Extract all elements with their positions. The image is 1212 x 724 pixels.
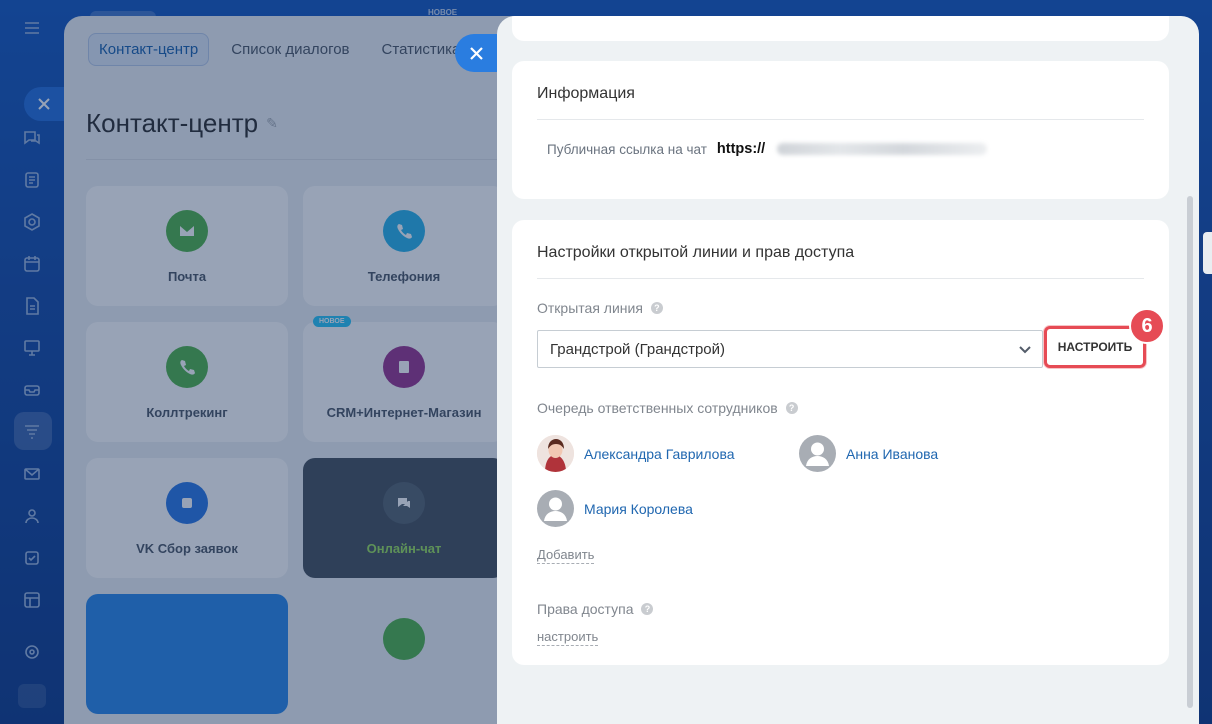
queue-label-text: Очередь ответственных сотрудников (537, 400, 778, 416)
help-icon[interactable]: ? (785, 402, 798, 414)
calltracking-icon (166, 346, 208, 388)
settings-card: Настройки открытой линии и прав доступа … (512, 220, 1169, 665)
settings-divider (537, 278, 1144, 279)
page-title-text: Контакт-центр (86, 108, 259, 138)
queue-member-name[interactable]: Анна Иванова (846, 446, 938, 462)
open-line-select[interactable]: Грандстрой (Грандстрой) (537, 330, 1043, 368)
scrollbar[interactable] (1187, 196, 1193, 708)
open-line-label-text: Открытая линия (537, 300, 643, 316)
mail-rail-icon[interactable] (20, 462, 44, 486)
mail-icon (166, 210, 208, 252)
tile-label: Коллтрекинг (146, 405, 228, 420)
sites-icon[interactable] (20, 588, 44, 612)
board-icon[interactable] (20, 336, 44, 360)
open-line-selected-value: Грандстрой (Грандстрой) (550, 340, 726, 358)
tile-messenger[interactable] (303, 594, 505, 714)
tile-label: CRM+Интернет-Магазин (326, 405, 482, 420)
settings-icon[interactable] (20, 640, 44, 664)
tile-online-chat[interactable]: Онлайн-чат (303, 458, 505, 578)
tile-telephony[interactable]: Телефония (303, 186, 505, 306)
info-title: Информация (537, 85, 635, 102)
queue-member[interactable]: Мария Королева (537, 490, 693, 527)
chevron-down-icon (1018, 342, 1032, 356)
contact-center-tabs: Контакт-центр Список диалогов Статистика… (88, 32, 492, 66)
tasks-icon[interactable] (20, 546, 44, 570)
queue-member[interactable]: Александра Гаврилова (537, 435, 735, 472)
queue-member-name[interactable]: Мария Королева (584, 501, 693, 517)
right-edge-tab[interactable] (1203, 232, 1212, 274)
public-link-blurred (777, 143, 988, 155)
tile-calltracking[interactable]: Коллтрекинг (86, 322, 288, 442)
crm-icon[interactable] (20, 210, 44, 234)
contact-center-icon[interactable] (20, 419, 44, 443)
rail-close-button[interactable] (24, 87, 64, 121)
chat-icon[interactable] (20, 126, 44, 150)
document-icon[interactable] (20, 294, 44, 318)
calendar-icon[interactable] (20, 252, 44, 276)
messenger-icon (383, 618, 425, 660)
open-line-settings-slider: Информация Публичная ссылка на чат https… (497, 16, 1199, 724)
page-title: Контакт-центр ✎ (86, 108, 278, 139)
public-link-row: Публичная ссылка на чат https:// (547, 141, 988, 157)
avatar (799, 435, 836, 472)
tile-label: Почта (167, 269, 207, 284)
info-card: Информация Публичная ссылка на чат https… (512, 61, 1169, 199)
access-rights-label-text: Права доступа (537, 601, 634, 617)
tile-telegram[interactable] (86, 594, 288, 714)
add-employee-link[interactable]: Добавить (537, 547, 595, 564)
access-rights-label: Права доступа ? (537, 601, 654, 617)
chat-bubble-icon (383, 482, 425, 524)
info-divider (537, 119, 1144, 120)
inbox-icon[interactable] (20, 378, 44, 402)
vk-icon (166, 482, 208, 524)
menu-icon[interactable] (20, 16, 44, 40)
slider-close-button[interactable] (455, 34, 497, 72)
pin-icon[interactable]: ✎ (266, 115, 278, 132)
help-icon[interactable]: ? (650, 302, 663, 314)
settings-title: Настройки открытой линии и прав доступа (537, 244, 855, 261)
queue-label: Очередь ответственных сотрудников ? (537, 400, 798, 416)
left-rail (0, 0, 64, 724)
tile-vk-leads[interactable]: VK Сбор заявок (86, 458, 288, 578)
tile-label: Онлайн-чат (366, 541, 442, 556)
avatar (537, 435, 574, 472)
avatar (537, 490, 574, 527)
public-link-url[interactable]: https:// (717, 141, 765, 157)
users-icon[interactable] (20, 504, 44, 528)
new-badge: НОВОЕ (313, 316, 351, 327)
tab-dialog-list[interactable]: Список диалогов (221, 34, 359, 65)
contact-center-page: Контакт-центр Список диалогов Статистика… (64, 16, 534, 724)
shop-icon (383, 346, 425, 388)
phone-icon (383, 210, 425, 252)
open-line-label: Открытая линия ? (537, 300, 663, 316)
public-link-label: Публичная ссылка на чат (547, 141, 707, 157)
tile-label: Телефония (367, 269, 441, 284)
queue-member-name[interactable]: Александра Гаврилова (584, 446, 735, 462)
title-divider (86, 159, 534, 160)
feed-icon[interactable] (20, 168, 44, 192)
configure-access-link[interactable]: настроить (537, 629, 599, 646)
help-icon[interactable]: ? (641, 603, 654, 615)
previous-card (512, 16, 1169, 41)
tile-crm-shop[interactable]: НОВОЕ CRM+Интернет-Магазин (303, 316, 505, 442)
tile-mail[interactable]: Почта (86, 186, 288, 306)
tab-contact-center[interactable]: Контакт-центр (88, 32, 210, 66)
queue-member[interactable]: Анна Иванова (799, 435, 938, 472)
tile-label: VK Сбор заявок (136, 541, 238, 556)
rail-bottom-button[interactable] (18, 684, 46, 708)
step-number-badge: 6 (1129, 308, 1165, 344)
